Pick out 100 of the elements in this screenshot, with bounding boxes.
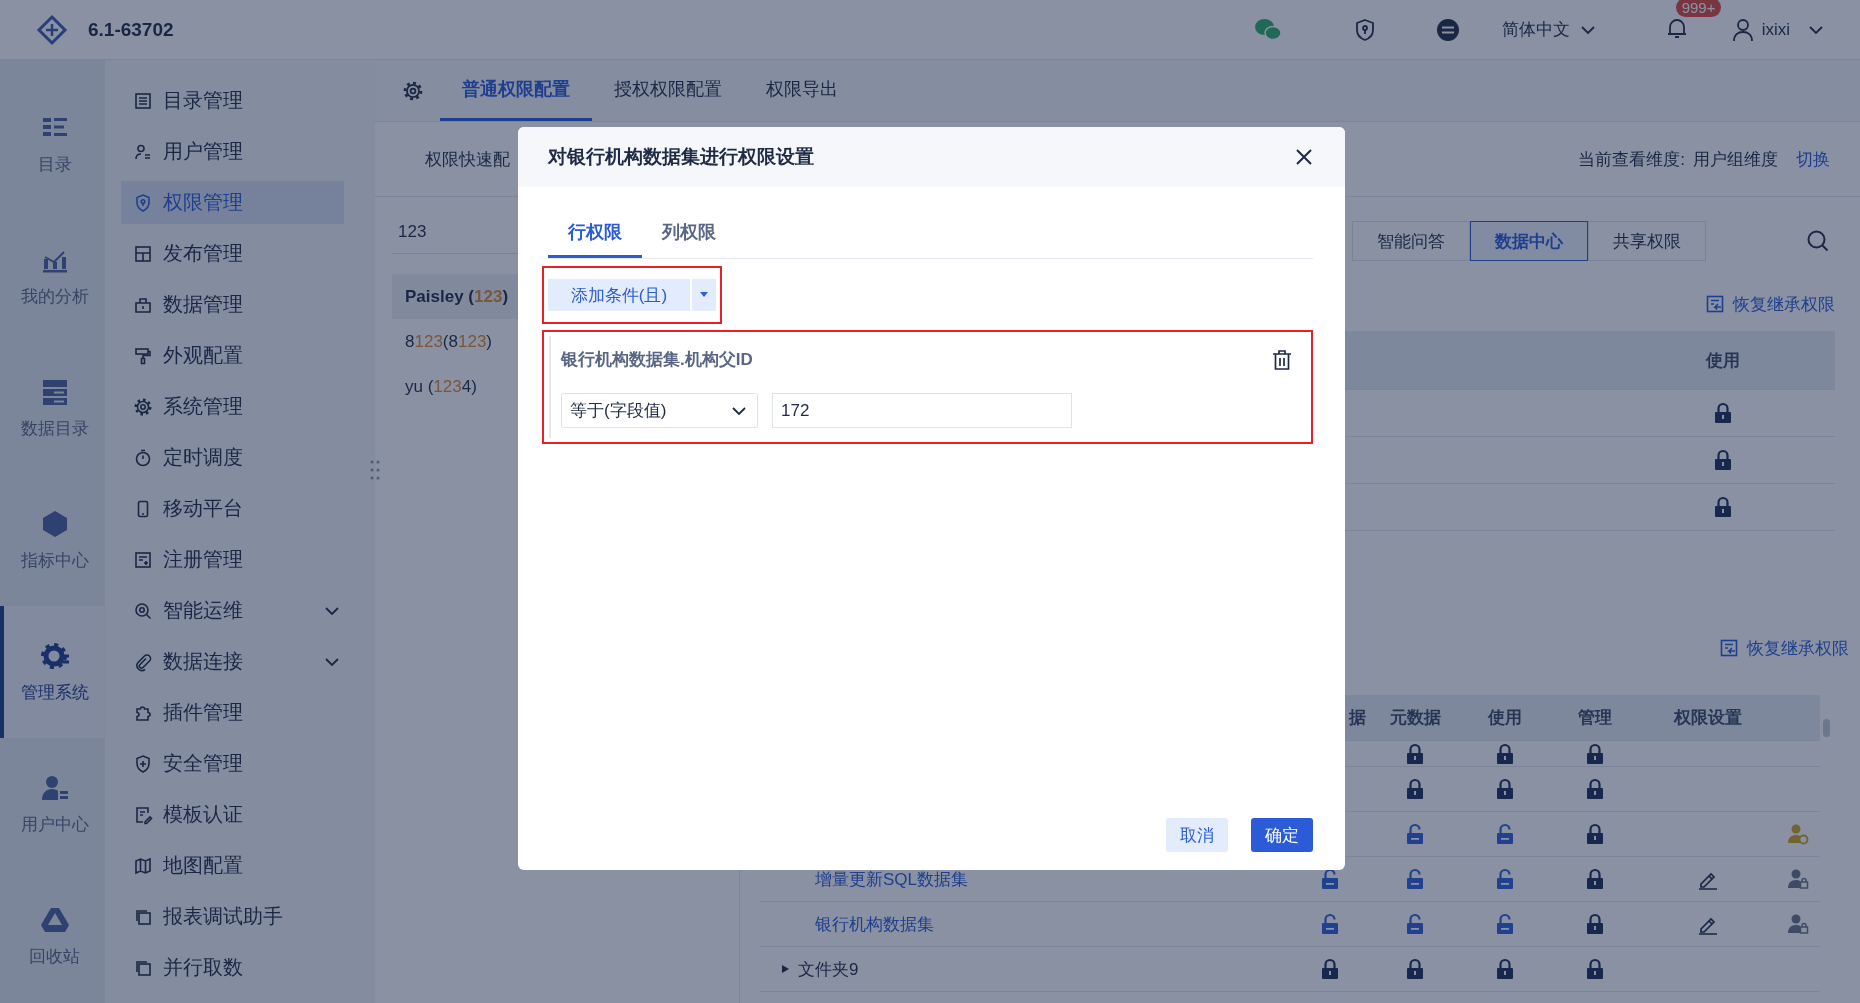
resource-tab[interactable]: 智能问答 — [1352, 221, 1470, 261]
menu-item[interactable]: 安全管理 — [121, 742, 344, 785]
lock-icon[interactable] — [1586, 958, 1604, 980]
dimension-label: 当前查看维度: — [1578, 148, 1685, 171]
stopwatch-icon — [133, 447, 153, 468]
lock-icon[interactable] — [1586, 913, 1604, 935]
lock-icon[interactable] — [1714, 449, 1732, 471]
operator-select[interactable]: 等于(字段值) — [561, 393, 758, 428]
scrollbar-thumb[interactable] — [1823, 719, 1830, 737]
menu-item[interactable]: 地图配置 — [121, 844, 344, 887]
search-icon[interactable] — [1806, 229, 1830, 253]
menu-item[interactable]: 权限管理 — [121, 181, 344, 224]
lock-icon[interactable] — [1586, 778, 1604, 800]
delete-button[interactable] — [1272, 348, 1292, 371]
username[interactable]: ixixi — [1761, 19, 1790, 40]
menu-item[interactable]: 外观配置 — [121, 334, 344, 377]
restore-inherit-link[interactable]: 恢复继承权限 — [760, 631, 1849, 665]
menu-item[interactable]: 发布管理 — [121, 232, 344, 275]
menu-item[interactable]: 智能运维 — [121, 589, 344, 632]
menu-item[interactable]: 报表调试助手 — [121, 895, 344, 938]
tab[interactable]: 授权权限配置 — [592, 60, 744, 121]
version-label: 6.1-63702 — [88, 18, 174, 41]
close-icon — [1295, 148, 1313, 166]
lock-icon[interactable] — [1406, 778, 1424, 800]
value-field[interactable]: 172 — [772, 393, 1072, 428]
lock-icon[interactable] — [1496, 742, 1514, 765]
unlocked-lock-icon[interactable] — [1321, 868, 1339, 890]
settings-icon[interactable] — [402, 79, 424, 102]
shield-icon — [133, 192, 153, 213]
restore-icon — [1705, 294, 1725, 314]
lock-icon[interactable] — [1406, 958, 1424, 980]
paint-roller-icon — [133, 345, 153, 366]
lock-icon[interactable] — [1496, 778, 1514, 800]
quick-config-label[interactable]: 权限快速配 — [425, 147, 510, 171]
user-icon[interactable] — [1731, 17, 1754, 42]
menu-item[interactable]: 数据连接 — [121, 640, 344, 683]
language-selector[interactable]: 简体中文 — [1501, 18, 1596, 41]
menu-item[interactable]: 系统管理 — [121, 385, 344, 428]
menu-item[interactable]: 插件管理 — [121, 691, 344, 734]
dialog-title: 对银行机构数据集进行权限设置 — [548, 145, 814, 169]
tab[interactable]: 普通权限配置 — [440, 60, 592, 121]
shield-plus-icon — [133, 753, 153, 774]
rail-item[interactable]: 用户中心 — [0, 738, 105, 870]
magnifier-icon — [133, 600, 153, 621]
menu-item[interactable]: 用户管理 — [121, 130, 344, 173]
lock-icon[interactable] — [1714, 496, 1732, 518]
resource-tab[interactable]: 数据中心 — [1470, 221, 1588, 261]
trash-icon — [1272, 348, 1292, 371]
cancel-button[interactable]: 取消 — [1166, 818, 1228, 852]
lock-icon[interactable] — [1321, 958, 1339, 980]
menu-item[interactable]: 数据管理 — [121, 283, 344, 326]
tab[interactable]: 权限导出 — [744, 60, 860, 121]
field-name: 银行机构数据集.机构父ID — [561, 349, 753, 371]
menu-item[interactable]: 移动平台 — [121, 487, 344, 530]
expand-triangle-icon[interactable] — [780, 964, 790, 974]
close-button[interactable] — [1295, 148, 1313, 166]
menu-item[interactable]: 注册管理 — [121, 538, 344, 581]
restore-icon — [1719, 638, 1739, 658]
lock-icon[interactable] — [1586, 868, 1604, 890]
lock-icon[interactable] — [1406, 742, 1424, 765]
dataset-link[interactable]: 增量更新SQL数据集 — [815, 867, 969, 891]
rail-item[interactable]: 数据目录 — [0, 342, 105, 474]
rail-item[interactable]: 回收站 — [0, 870, 105, 1002]
dataset-link[interactable]: 银行机构数据集 — [815, 912, 934, 936]
menu-item[interactable]: 定时调度 — [121, 436, 344, 479]
form-icon — [133, 549, 153, 570]
dropdown-button[interactable] — [692, 279, 716, 311]
rail-item[interactable]: 管理系统 — [0, 606, 105, 738]
menu-item[interactable]: 目录管理 — [121, 79, 344, 122]
switch-link[interactable]: 切换 — [1796, 147, 1830, 171]
lock-icon[interactable] — [1714, 402, 1732, 424]
resource-tab[interactable]: 共享权限 — [1588, 221, 1706, 261]
person-lock-icon[interactable] — [1786, 913, 1809, 935]
dialog-tab[interactable]: 行权限 — [548, 208, 642, 258]
rail-item[interactable]: 我的分析 — [0, 210, 105, 342]
notification-badge: 999+ — [1675, 0, 1722, 17]
menu-item[interactable]: 并行取数 — [121, 946, 344, 989]
person-lock-icon[interactable] — [1786, 868, 1809, 890]
logo-icon — [36, 13, 68, 46]
gear-icon — [39, 640, 70, 671]
map-icon — [133, 855, 153, 876]
confirm-button[interactable]: 确定 — [1251, 818, 1313, 852]
add-condition-button[interactable]: 添加条件(且) — [548, 279, 690, 311]
caret-icon — [699, 292, 709, 298]
restore-inherit-link[interactable]: 恢复继承权限 — [760, 287, 1835, 321]
shield-icon[interactable] — [1353, 17, 1376, 42]
layout-icon — [133, 243, 153, 264]
lock-icon[interactable] — [1496, 958, 1514, 980]
menu-item[interactable]: 模板认证 — [121, 793, 344, 836]
document-edit-icon — [133, 804, 153, 825]
dialog-tab[interactable]: 列权限 — [642, 208, 736, 258]
paperclip-icon — [133, 651, 153, 672]
folder-name[interactable]: 文件夹9 — [798, 957, 859, 981]
lock-icon[interactable] — [1586, 742, 1604, 765]
rail-item[interactable]: 目录 — [0, 78, 105, 210]
lock-icon[interactable] — [1586, 823, 1604, 845]
list-icon — [133, 90, 153, 111]
drag-handle-icon[interactable] — [369, 459, 381, 481]
rail-item[interactable]: 指标中心 — [0, 474, 105, 606]
dimension-value: 用户组维度 — [1693, 148, 1778, 171]
